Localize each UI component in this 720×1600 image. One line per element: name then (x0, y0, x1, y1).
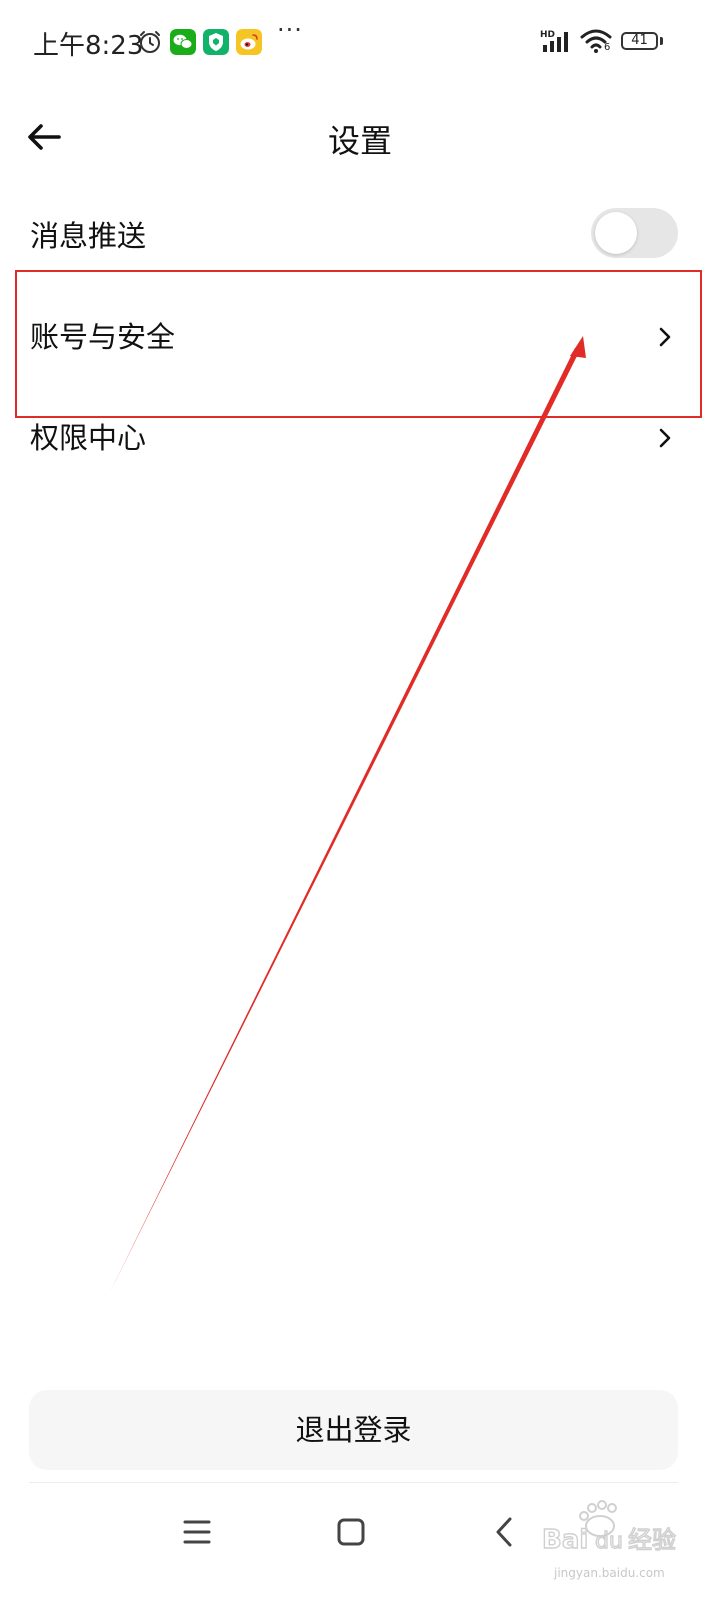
page-header: 设置 (0, 96, 720, 180)
chevron-right-icon (659, 327, 671, 347)
page-title: 设置 (327, 122, 392, 160)
settings-item-label: 账号与安全 (30, 320, 176, 354)
divider (29, 1482, 678, 1483)
settings-item-label: 消息推送 (30, 219, 147, 253)
alarm-icon (140, 31, 160, 53)
chevron-right-icon (659, 428, 671, 448)
menu-icon[interactable] (177, 1512, 217, 1552)
signal-strength-icon (543, 32, 568, 52)
settings-item-account-security[interactable]: 账号与安全 (0, 287, 720, 387)
wechat-icon (170, 29, 196, 55)
settings-item-permission-center[interactable]: 权限中心 (0, 388, 720, 488)
weibo-icon (236, 29, 262, 55)
battery-icon: 41 (621, 32, 658, 50)
back-icon[interactable] (485, 1512, 525, 1552)
shield-app-icon (203, 29, 229, 55)
system-nav-bar (0, 1484, 720, 1600)
toggle-knob (595, 212, 637, 254)
status-time: 上午8:23 (33, 31, 144, 61)
wifi-badge: 6 (604, 42, 611, 53)
more-notifications-indicator: ··· (277, 16, 303, 44)
status-bar: 上午8:23 ··· HD 6 41 (0, 0, 720, 84)
message-push-toggle[interactable] (591, 208, 678, 258)
battery-tip (660, 37, 663, 45)
home-icon[interactable] (331, 1512, 371, 1552)
logout-button[interactable]: 退出登录 (29, 1390, 678, 1470)
settings-item-label: 权限中心 (30, 421, 147, 455)
